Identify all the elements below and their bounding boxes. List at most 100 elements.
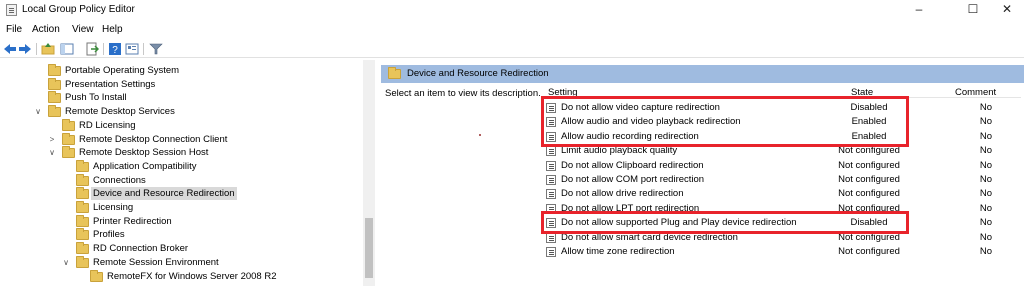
folder-icon: [90, 269, 103, 282]
tree-item[interactable]: Presentation Settings: [0, 77, 360, 91]
help-icon[interactable]: ?: [108, 42, 122, 56]
highlight-box: [541, 96, 909, 148]
tree-item-label: RD Connection Broker: [93, 243, 189, 255]
tree-item[interactable]: RD Connection Broker: [0, 242, 360, 255]
setting-comment: No: [979, 116, 993, 128]
folder-icon: [76, 187, 89, 200]
setting-comment: No: [979, 130, 993, 142]
tree-item[interactable]: Connections: [0, 173, 360, 187]
tree-item-label: Device and Resource Redirection: [91, 187, 237, 201]
tree-item-label: RemoteFX for Windows Server 2008 R2: [107, 270, 277, 282]
folder-icon: [48, 91, 61, 104]
setting-comment: No: [979, 174, 993, 185]
tree-item[interactable]: Profiles: [0, 228, 360, 241]
folder-icon: [388, 67, 401, 79]
tree-item-label: Printer Redirection: [93, 215, 172, 227]
folder-icon: [62, 132, 75, 145]
folder-icon: [76, 242, 89, 255]
properties-icon[interactable]: [125, 42, 139, 56]
policy-setting-icon: [546, 175, 556, 185]
tree-item[interactable]: ∨ Remote Session Environment: [0, 255, 360, 269]
forward-icon[interactable]: [18, 42, 32, 56]
setting-name: Do not allow drive redirection: [561, 188, 684, 200]
navigation-tree: Portable Operating System Presentation Se…: [0, 60, 375, 286]
folder-icon: [76, 214, 89, 227]
tree-item-label: Application Compatibility: [93, 160, 197, 172]
table-row[interactable]: Do not allow drive redirection Not config…: [541, 187, 1021, 201]
svg-text:?: ?: [112, 45, 118, 56]
tree-item[interactable]: Device and Resource Redirection: [0, 187, 360, 201]
policy-setting-icon: [546, 146, 556, 157]
menu-file[interactable]: File: [6, 24, 22, 35]
menu-help[interactable]: Help: [102, 24, 123, 35]
tree-item-label: Profiles: [93, 229, 125, 241]
tree-item[interactable]: Printer Redirection: [0, 214, 360, 228]
show-hide-tree-icon[interactable]: [60, 42, 74, 56]
app-icon: [6, 4, 17, 16]
tree-item-label: Remote Session Environment: [93, 256, 219, 268]
tree-item[interactable]: RD Licensing: [0, 118, 360, 132]
setting-comment: No: [979, 217, 993, 229]
tree-item[interactable]: Application Compatibility: [0, 159, 360, 173]
close-button[interactable]: ✕: [990, 0, 1024, 20]
tree-item-label: Portable Operating System: [65, 65, 180, 76]
tree-item-label: RD Licensing: [79, 119, 136, 131]
folder-icon: [48, 77, 61, 90]
folder-icon: [62, 118, 75, 131]
tree-item[interactable]: Portable Operating System: [0, 64, 360, 77]
folder-icon: [62, 146, 75, 159]
setting-state: Not configured: [838, 174, 900, 185]
chevron-right-icon[interactable]: >: [48, 133, 56, 146]
maximize-button[interactable]: ☐: [956, 0, 990, 20]
back-icon[interactable]: [3, 42, 17, 56]
tree-scrollbar[interactable]: [363, 60, 375, 286]
policy-setting-icon: [546, 189, 556, 200]
tree-item-label: Presentation Settings: [65, 78, 156, 90]
chevron-down-icon[interactable]: ∨: [48, 146, 56, 159]
menu-view[interactable]: View: [72, 24, 94, 35]
up-folder-icon[interactable]: [41, 42, 55, 56]
filter-icon[interactable]: [149, 42, 163, 56]
folder-icon: [76, 201, 89, 213]
window-title: Local Group Policy Editor: [22, 4, 135, 15]
setting-comment: No: [979, 188, 993, 200]
tree-item-label: Licensing: [93, 202, 134, 213]
tree-item[interactable]: Licensing: [0, 201, 360, 214]
setting-comment: No: [979, 102, 993, 113]
details-header: Device and Resource Redirection: [381, 65, 1024, 83]
setting-name: Do not allow Clipboard redirection: [561, 159, 704, 171]
chevron-down-icon[interactable]: ∨: [34, 105, 42, 118]
toolbar-separator: [36, 43, 37, 55]
setting-comment: No: [979, 145, 993, 157]
folder-icon: [76, 255, 89, 268]
table-row[interactable]: Allow time zone redirection Not configure…: [541, 245, 1021, 259]
tree-item-label: Remote Desktop Connection Client: [79, 133, 228, 145]
setting-name: Do not allow COM port redirection: [561, 174, 705, 185]
minimize-button[interactable]: –: [902, 0, 936, 20]
setting-state: Not configured: [838, 159, 900, 171]
chevron-down-icon[interactable]: ∨: [62, 256, 70, 269]
table-row[interactable]: Do not allow COM port redirection Not con…: [541, 173, 1021, 187]
tree-item[interactable]: Push To Install: [0, 91, 360, 104]
highlight-box: [541, 211, 909, 234]
export-icon[interactable]: [85, 42, 99, 56]
menu-action[interactable]: Action: [32, 24, 60, 35]
table-row[interactable]: Do not allow Clipboard redirection Not co…: [541, 159, 1021, 173]
toolbar-separator: [103, 43, 104, 55]
folder-icon: [76, 173, 89, 186]
policy-setting-icon: [546, 160, 556, 171]
tree-item[interactable]: > Remote Desktop Connection Client: [0, 132, 360, 146]
toolbar: ?: [0, 40, 1024, 58]
scrollbar-thumb[interactable]: [365, 218, 373, 278]
setting-name: Allow time zone redirection: [561, 246, 675, 257]
tree-item[interactable]: ∨ Remote Desktop Session Host: [0, 146, 360, 159]
tree-item-label: Push To Install: [65, 92, 127, 104]
details-pane: Device and Resource Redirection Select a…: [381, 60, 1024, 286]
folder-icon: [48, 105, 61, 118]
setting-state: Not configured: [838, 246, 900, 257]
tree-item-label: Remote Desktop Session Host: [79, 147, 209, 159]
tree-item[interactable]: RemoteFX for Windows Server 2008 R2: [0, 269, 360, 283]
setting-state: Not configured: [838, 188, 900, 200]
policy-setting-icon: [546, 232, 556, 243]
tree-item[interactable]: ∨ Remote Desktop Services: [0, 105, 360, 118]
